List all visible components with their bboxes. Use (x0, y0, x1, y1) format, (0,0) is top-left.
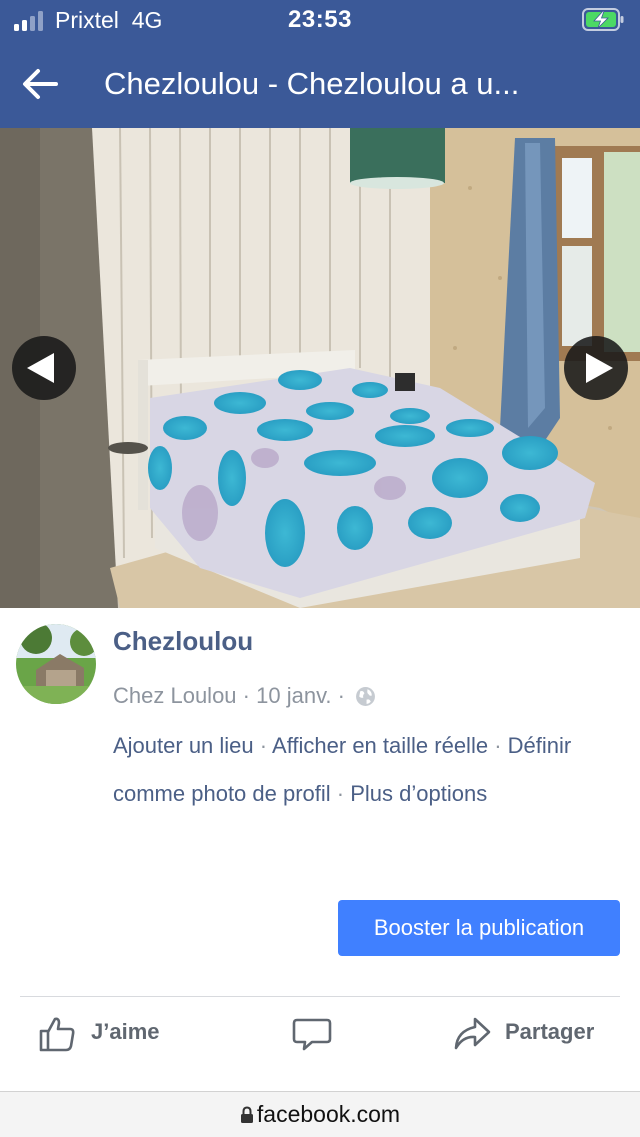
post-date[interactable]: 10 janv. (256, 683, 331, 708)
comment-button[interactable] (290, 1010, 338, 1058)
view-full-size-link[interactable]: Afficher en taille réelle (272, 733, 488, 758)
battery-charging-icon (582, 8, 624, 31)
url-text: facebook.com (256, 1101, 401, 1127)
avatar-image (16, 624, 96, 704)
photo-options: Ajouter un lieu · Afficher en taille rée… (113, 722, 613, 818)
status-time: 23:53 (288, 6, 352, 33)
post-author[interactable]: Chezloulou (113, 626, 253, 657)
share-button[interactable]: Partager (452, 1010, 622, 1058)
comment-icon (292, 1018, 332, 1051)
thumbs-up-icon (39, 1017, 75, 1052)
divider (20, 996, 620, 997)
options-separator: · (259, 733, 268, 758)
browser-url-bar[interactable]: facebook.com (0, 1091, 640, 1137)
status-bar: Prixtel 4G 23:53 (0, 0, 640, 42)
page-title: Chezloulou - Chezloulou a u... (104, 66, 520, 101)
chevron-right-icon (586, 353, 613, 383)
page-name[interactable]: Chez Loulou (113, 683, 237, 708)
url-display: facebook.com (0, 1101, 640, 1128)
globe-icon (356, 686, 376, 706)
post-photo[interactable] (0, 128, 640, 608)
lock-icon (240, 1106, 253, 1123)
add-place-link[interactable]: Ajouter un lieu (113, 733, 254, 758)
boost-post-button[interactable]: Booster la publication (338, 900, 620, 956)
avatar[interactable] (16, 624, 96, 704)
options-separator: · (336, 781, 345, 806)
header-bar: Chezloulou - Chezloulou a u... (0, 42, 640, 128)
back-arrow-icon[interactable] (18, 64, 62, 104)
like-label: J’aime (91, 1019, 160, 1044)
share-arrow-icon (454, 1017, 491, 1050)
options-separator: · (494, 733, 502, 758)
previous-photo-button[interactable] (12, 336, 76, 400)
share-label: Partager (505, 1019, 595, 1044)
more-options-link[interactable]: Plus d’options (350, 781, 487, 806)
meta-separator: · (337, 683, 345, 709)
chevron-left-icon (27, 353, 54, 383)
like-button[interactable]: J’aime (38, 1010, 188, 1058)
post-meta: Chez Loulou · 10 janv. · (113, 682, 376, 709)
next-photo-button[interactable] (564, 336, 628, 400)
meta-separator: · (242, 683, 250, 709)
